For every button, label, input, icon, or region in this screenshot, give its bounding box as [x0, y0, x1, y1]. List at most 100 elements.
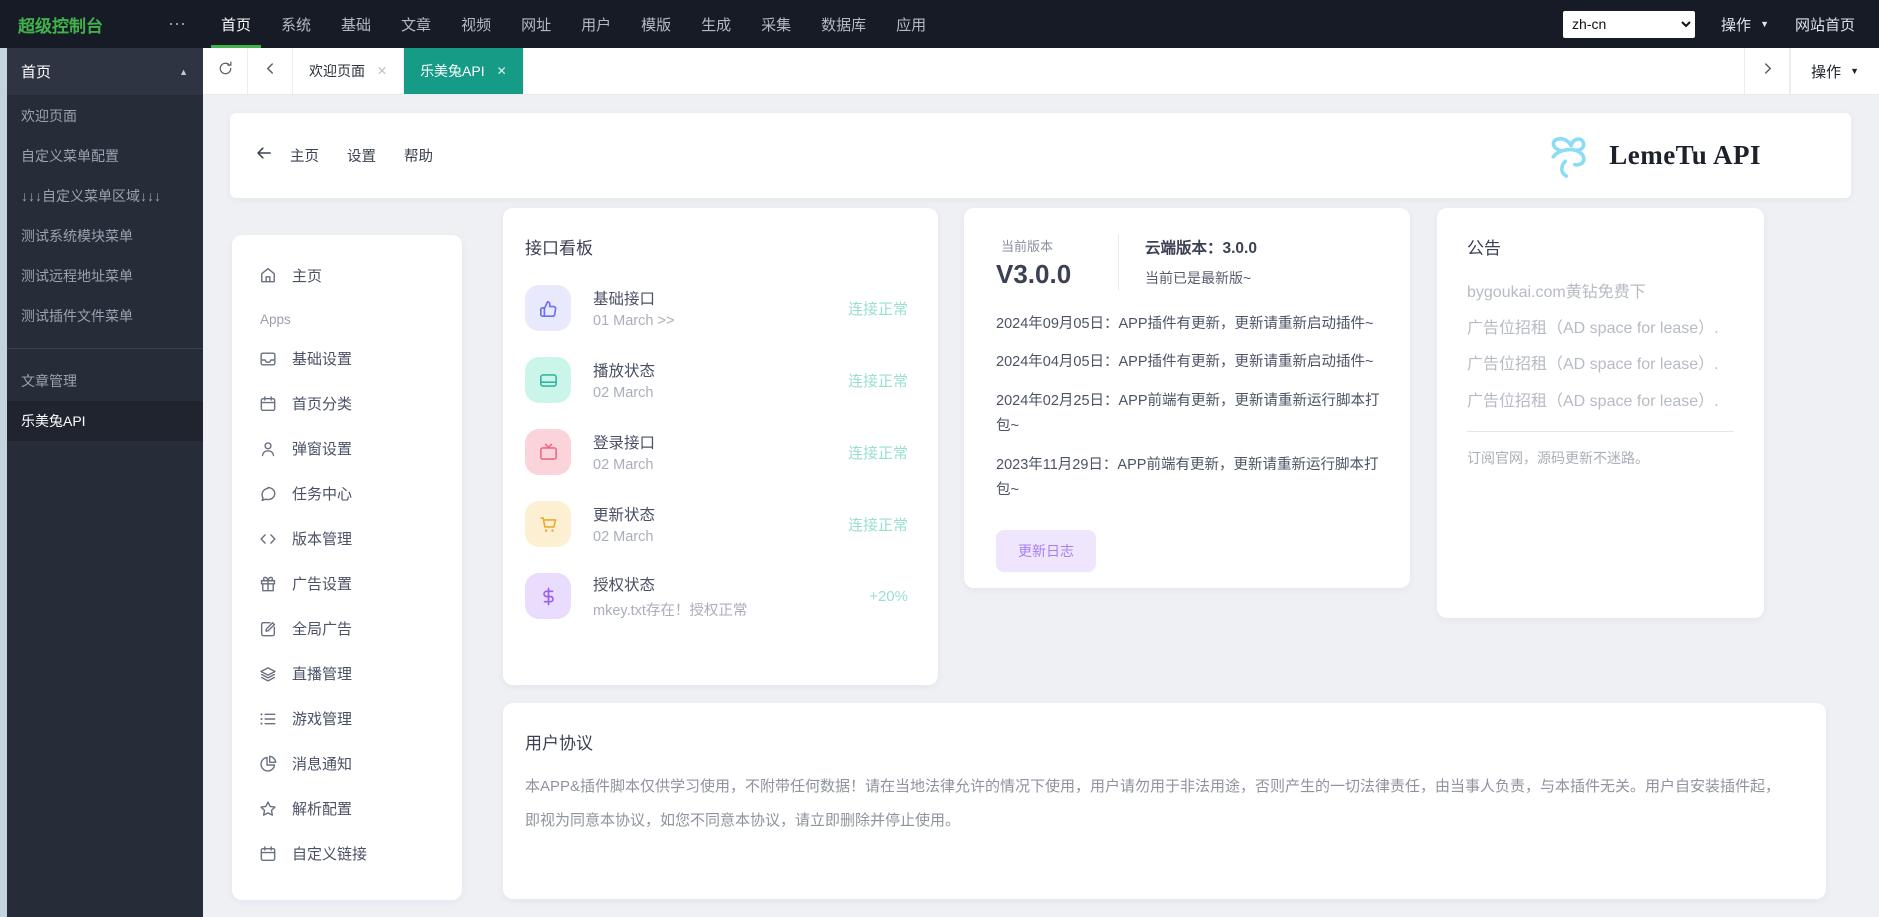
current-version-number: V3.0.0	[996, 259, 1112, 290]
star-icon	[258, 799, 278, 819]
dashboard-row[interactable]: 更新状态 02 March 连接正常	[525, 501, 908, 547]
current-version-block: 当前版本 V3.0.0	[996, 234, 1112, 290]
sidebar-item[interactable]: 测试插件文件菜单	[0, 296, 203, 336]
dollar-icon	[525, 573, 571, 619]
dashboard-row-text: 登录接口 02 March	[593, 431, 655, 473]
page-tab-label: 欢迎页面	[309, 61, 365, 81]
update-log-button[interactable]: 更新日志	[996, 530, 1096, 572]
tabs-back-button[interactable]	[248, 48, 293, 94]
sidebar-header-label: 首页	[21, 61, 51, 82]
app-logo[interactable]: 超级控制台	[0, 12, 168, 37]
appnav-item-home[interactable]: 主页	[258, 253, 462, 297]
language-select[interactable]: zh-cn	[1563, 11, 1695, 38]
dashboard-row[interactable]: 登录接口 02 March 连接正常	[525, 429, 908, 475]
row-title: 更新状态	[593, 503, 655, 525]
refresh-button[interactable]	[203, 48, 248, 94]
code-icon	[258, 529, 278, 549]
sidebar-item[interactable]: 乐美兔API	[0, 401, 203, 441]
sidebar-item[interactable]: 自定义菜单配置	[0, 136, 203, 176]
dashboard-row[interactable]: 授权状态 mkey.txt存在！授权正常 +20%	[525, 573, 908, 619]
topnav-item-label: 系统	[281, 14, 311, 35]
topnav-item[interactable]: 应用	[886, 0, 936, 48]
appnav-item[interactable]: 广告设置	[258, 561, 462, 606]
page-tab[interactable]: 欢迎页面 ✕	[293, 48, 404, 94]
appnav-item-label: 首页分类	[292, 393, 352, 414]
top-action-menu[interactable]: 操作 ▼	[1721, 14, 1769, 35]
row-subtitle: 02 March	[593, 385, 655, 401]
cloud-version-note: 当前已是最新版~	[1145, 268, 1257, 288]
sidebar-header[interactable]: 首页 ▲	[0, 48, 203, 95]
dashboard-row[interactable]: 播放状态 02 March 连接正常	[525, 357, 908, 403]
sidebar-item[interactable]: 欢迎页面	[0, 96, 203, 136]
topnav-item[interactable]: 采集	[751, 0, 801, 48]
sidebar: 欢迎页面自定义菜单配置↓↓↓自定义菜单区域↓↓↓测试系统模块菜单测试远程地址菜单…	[0, 95, 203, 917]
tab-bar: 欢迎页面 ✕ 乐美兔API ✕ 操作 ▼	[203, 48, 1879, 95]
appnav-item-label: 弹窗设置	[292, 438, 352, 459]
toolbar-link[interactable]: 帮助	[404, 145, 433, 166]
brand: LemeTu API	[1543, 132, 1761, 180]
topnav-item[interactable]: 首页	[211, 0, 261, 48]
left-scrollbar[interactable]	[0, 48, 7, 917]
topnav-item[interactable]: 生成	[691, 0, 741, 48]
appnav-item[interactable]: 游戏管理	[258, 696, 462, 741]
appnav-list: 基础设置 首页分类 弹窗设置 任务中心 版本管理	[258, 336, 462, 876]
card-title: 接口看板	[525, 234, 908, 259]
topnav-item[interactable]: 模版	[631, 0, 681, 48]
row-status: +20%	[869, 588, 908, 605]
refresh-icon	[217, 60, 234, 82]
announcement-divider	[1467, 431, 1734, 432]
page-header: 主页 设置 帮助 LemeTu API	[230, 113, 1851, 198]
page-tab-label: 乐美兔API	[420, 61, 485, 81]
top-nav: 首页系统基础文章视频网址用户模版生成采集数据库应用	[206, 0, 941, 48]
appnav-item[interactable]: 弹窗设置	[258, 426, 462, 471]
announcement-item: bygoukai.com黄钻免费下	[1467, 281, 1734, 304]
collapse-up-icon[interactable]: ▲	[179, 67, 188, 77]
appnav-item[interactable]: 基础设置	[258, 336, 462, 381]
more-icon[interactable]: ⋯	[168, 14, 206, 35]
appnav-item[interactable]: 首页分类	[258, 381, 462, 426]
list-icon	[258, 709, 278, 729]
appnav-item[interactable]: 解析配置	[258, 786, 462, 831]
sidebar-item[interactable]: 测试系统模块菜单	[0, 216, 203, 256]
main-content: 主页设置帮助 LemeTu API 主页 Apps 基础设置 首页分类	[203, 95, 1879, 917]
topnav-item[interactable]: 视频	[451, 0, 501, 48]
appnav-item[interactable]: 版本管理	[258, 516, 462, 561]
top-action-label: 操作	[1721, 14, 1751, 35]
page-tab[interactable]: 乐美兔API ✕	[404, 48, 524, 94]
caret-down-icon: ▼	[1850, 66, 1859, 76]
close-icon[interactable]: ✕	[377, 64, 387, 78]
brand-name: LemeTu API	[1609, 140, 1761, 171]
appnav-item[interactable]: 任务中心	[258, 471, 462, 516]
rabbit-logo-icon	[1543, 132, 1597, 180]
site-home-link[interactable]: 网站首页	[1795, 14, 1855, 35]
back-button[interactable]	[254, 143, 290, 168]
sidebar-item[interactable]: 测试远程地址菜单	[0, 256, 203, 296]
tab-row: 首页 ▲ 欢迎页面 ✕ 乐美兔API ✕ 操作 ▼	[0, 48, 1879, 95]
tab-action-menu[interactable]: 操作 ▼	[1790, 48, 1879, 94]
dashboard-row[interactable]: 基础接口 01 March >> 连接正常	[525, 285, 908, 331]
sidebar-item[interactable]: ↓↓↓自定义菜单区域↓↓↓	[0, 176, 203, 216]
tabs-forward-button[interactable]	[1744, 48, 1790, 94]
toolbar-link[interactable]: 主页	[290, 145, 319, 166]
announcement-footer: 订阅官网，源码更新不迷路。	[1467, 448, 1734, 468]
appnav-item[interactable]: 直播管理	[258, 651, 462, 696]
topnav-item[interactable]: 文章	[391, 0, 441, 48]
appnav-item-label: 游戏管理	[292, 708, 352, 729]
topnav-item[interactable]: 数据库	[811, 0, 876, 48]
appnav-item-label: 主页	[292, 265, 322, 286]
dashboard-row-text: 更新状态 02 March	[593, 503, 655, 545]
cloud-version-block: 云端版本：3.0.0 当前已是最新版~	[1118, 234, 1257, 290]
row-status: 连接正常	[848, 514, 908, 535]
cloud-version-label: 云端版本：3.0.0	[1145, 236, 1257, 258]
topnav-item[interactable]: 网址	[511, 0, 561, 48]
sidebar-item[interactable]: 文章管理	[0, 361, 203, 401]
appnav-item[interactable]: 消息通知	[258, 741, 462, 786]
appnav-item[interactable]: 自定义链接	[258, 831, 462, 876]
topnav-item[interactable]: 用户	[571, 0, 621, 48]
topnav-item[interactable]: 基础	[331, 0, 381, 48]
sidebar-item-label: 测试远程地址菜单	[21, 268, 133, 284]
close-icon[interactable]: ✕	[497, 64, 507, 78]
appnav-item[interactable]: 全局广告	[258, 606, 462, 651]
toolbar-link[interactable]: 设置	[347, 145, 376, 166]
topnav-item[interactable]: 系统	[271, 0, 321, 48]
